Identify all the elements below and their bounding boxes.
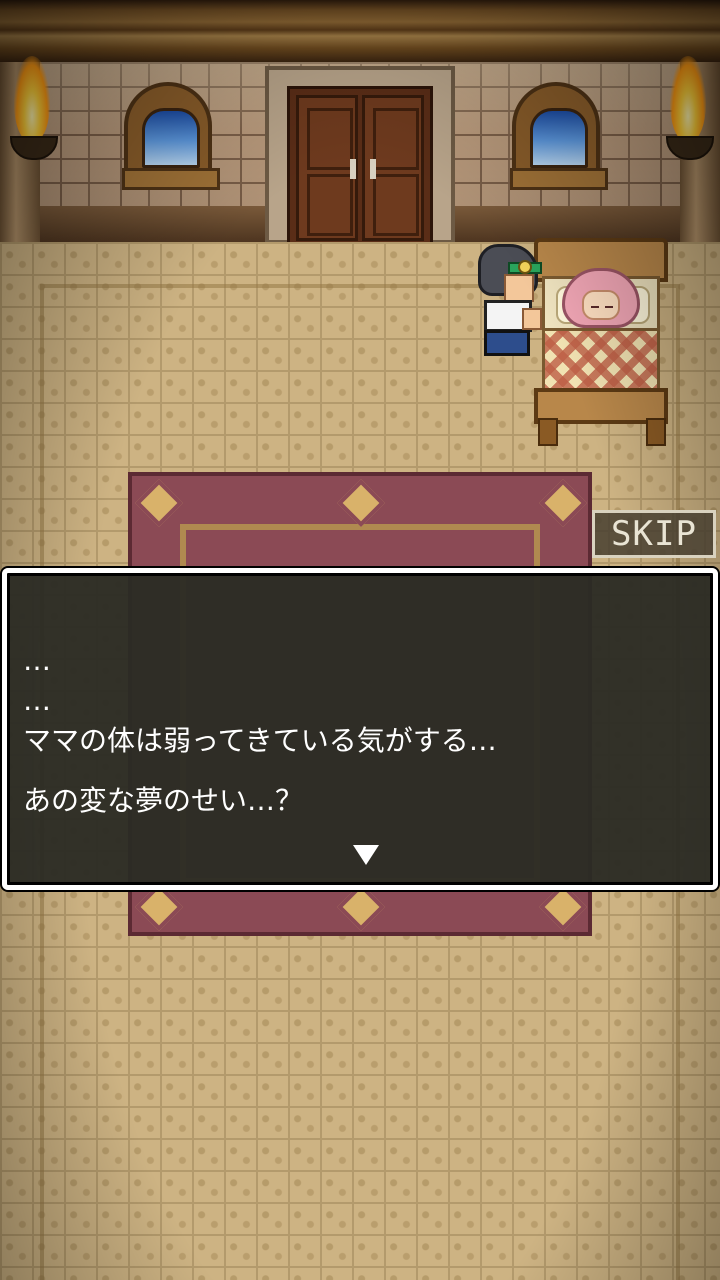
bed [534,238,668,446]
sleeping-mother-sprite [562,268,640,330]
dialog-line: ママの体は弱ってきている気がする… [23,724,497,757]
dialog-box[interactable]: … … ママの体は弱ってきている気がする… あの変な夢のせい…？ [2,568,718,890]
skip-button[interactable]: SKIP [592,510,716,558]
left-window [122,82,220,190]
right-window [510,82,608,190]
ceiling-trim [0,0,720,62]
down-triangle-icon[interactable] [353,845,379,865]
dialog-line: … [23,644,51,677]
hero-sprite [474,244,544,360]
double-door [265,66,455,246]
game-scene[interactable]: SKIP … … ママの体は弱ってきている気がする… あの変な夢のせい…？ [0,0,720,1280]
dialog-line: あの変な夢のせい…？ [23,784,304,817]
dialog-line: … [23,684,51,717]
right-torch-icon [664,56,714,186]
left-torch-icon [8,56,58,186]
